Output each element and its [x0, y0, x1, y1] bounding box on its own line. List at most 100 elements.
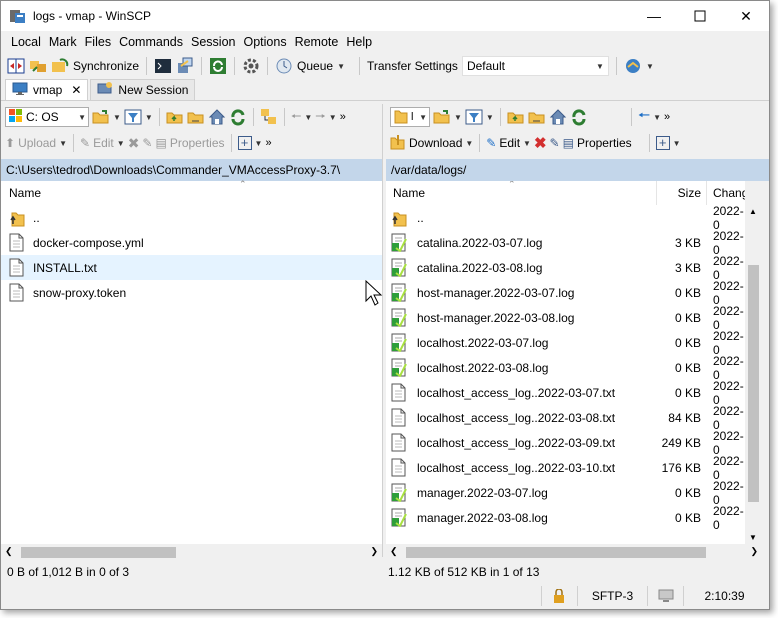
- refresh-sync-icon[interactable]: [209, 57, 227, 75]
- properties-button[interactable]: Properties: [577, 136, 632, 150]
- upload-icon[interactable]: ⬆: [5, 136, 15, 150]
- local-file-list[interactable]: Name ⌃ .. docker-compose.yml INSTALL.txt sn…: [1, 179, 382, 544]
- scroll-up-icon[interactable]: ▲: [749, 207, 757, 216]
- tab-vmap[interactable]: vmap ✕: [5, 79, 89, 100]
- remote-file-row[interactable]: localhost.2022-03-08.log 0 KB 2022-0: [386, 354, 745, 382]
- menu-session[interactable]: Session: [187, 35, 239, 49]
- more-toolbar-icon[interactable]: »: [340, 111, 346, 123]
- column-name-header[interactable]: Name: [393, 186, 425, 200]
- remote-file-row[interactable]: localhost.2022-03-07.log 0 KB 2022-0: [386, 329, 745, 357]
- scroll-down-icon[interactable]: ▼: [749, 533, 757, 542]
- rename-icon[interactable]: ✎: [142, 136, 152, 150]
- download-folder-icon[interactable]: [390, 133, 406, 154]
- upload-button[interactable]: Upload: [18, 136, 56, 150]
- chevron-down-icon[interactable]: ▼: [454, 113, 462, 122]
- drive-select[interactable]: C: OS ▼: [5, 107, 89, 127]
- remote-column-header[interactable]: Name ⌃ Size Chang: [386, 181, 745, 205]
- remote-vertical-scrollbar[interactable]: ▲ ▼: [745, 205, 762, 544]
- scroll-left-icon[interactable]: ❮: [390, 546, 398, 557]
- properties-icon[interactable]: ▤: [155, 136, 166, 150]
- remote-file-row[interactable]: localhost_access_log..2022-03-07.txt 0 KB…: [386, 379, 745, 407]
- compare-directories-icon[interactable]: [7, 57, 25, 75]
- remote-file-row[interactable]: localhost_access_log..2022-03-09.txt 249 …: [386, 429, 745, 457]
- column-changed-header[interactable]: Chang: [713, 186, 745, 200]
- properties-icon[interactable]: ▤: [563, 136, 574, 150]
- minimize-button[interactable]: —: [631, 1, 677, 31]
- chevron-down-icon[interactable]: ▼: [255, 139, 263, 148]
- refresh-icon[interactable]: [229, 108, 247, 126]
- chevron-down-icon[interactable]: ▼: [59, 139, 67, 148]
- edit-button[interactable]: Edit: [93, 136, 114, 150]
- rename-icon[interactable]: ✎: [550, 136, 560, 150]
- filter-icon[interactable]: [465, 108, 483, 126]
- column-name-header[interactable]: Name: [9, 186, 41, 200]
- home-icon[interactable]: [208, 108, 226, 126]
- remote-file-row[interactable]: host-manager.2022-03-08.log 0 KB 2022-0: [386, 304, 745, 332]
- synchronize-icon[interactable]: [51, 57, 69, 75]
- root-directory-icon[interactable]: [187, 108, 205, 126]
- close-button[interactable]: ✕: [723, 1, 769, 31]
- chevron-down-icon[interactable]: ▼: [523, 139, 531, 148]
- edit-icon[interactable]: ✎: [486, 136, 496, 150]
- menu-files[interactable]: Files: [81, 35, 115, 49]
- forward-arrow-icon[interactable]: 🠖: [315, 107, 326, 128]
- menu-remote[interactable]: Remote: [291, 35, 343, 49]
- open-folder-icon[interactable]: [92, 108, 110, 126]
- back-arrow-icon[interactable]: 🠔: [638, 105, 650, 129]
- parent-directory-icon[interactable]: [507, 108, 525, 126]
- scroll-thumb[interactable]: [406, 547, 706, 558]
- local-file-row[interactable]: INSTALL.txt: [1, 255, 382, 280]
- chevron-down-icon[interactable]: ▼: [653, 113, 661, 122]
- transfer-settings-select[interactable]: Default ▼: [461, 56, 609, 76]
- delete-icon[interactable]: ✖: [534, 134, 547, 152]
- menu-options[interactable]: Options: [239, 35, 290, 49]
- queue-button[interactable]: Queue: [297, 59, 333, 73]
- home-icon[interactable]: [549, 108, 567, 126]
- new-icon[interactable]: +: [655, 136, 670, 150]
- local-path-bar[interactable]: C:\Users\tedrod\Downloads\Commander_VMAc…: [1, 159, 382, 181]
- open-folder-icon[interactable]: [433, 108, 451, 126]
- remote-file-row[interactable]: localhost_access_log..2022-03-10.txt 176 …: [386, 454, 745, 482]
- remote-dir-select[interactable]: l ▼: [390, 107, 430, 127]
- edit-button[interactable]: Edit: [499, 136, 520, 150]
- remote-file-row[interactable]: localhost_access_log..2022-03-08.txt 84 K…: [386, 404, 745, 432]
- remote-file-row[interactable]: host-manager.2022-03-07.log 0 KB 2022-0: [386, 279, 745, 307]
- local-horizontal-scrollbar[interactable]: ❮ ❯: [1, 544, 382, 561]
- chevron-down-icon[interactable]: ▼: [646, 62, 654, 71]
- chevron-down-icon[interactable]: ▼: [329, 113, 337, 122]
- chevron-down-icon[interactable]: ▼: [486, 113, 494, 122]
- scroll-left-icon[interactable]: ❮: [5, 546, 13, 557]
- chevron-down-icon[interactable]: ▼: [304, 113, 312, 122]
- menu-local[interactable]: Local: [7, 35, 45, 49]
- local-column-header[interactable]: Name ⌃: [1, 179, 382, 205]
- console-icon[interactable]: [154, 57, 172, 75]
- remote-file-row[interactable]: catalina.2022-03-07.log 3 KB 2022-0: [386, 229, 745, 257]
- column-size-header[interactable]: Size: [678, 186, 701, 200]
- chevron-down-icon[interactable]: ▼: [145, 113, 153, 122]
- local-file-row[interactable]: snow-proxy.token: [1, 280, 382, 305]
- menu-mark[interactable]: Mark: [45, 35, 81, 49]
- download-button[interactable]: Download: [409, 136, 462, 150]
- delete-icon[interactable]: ✖: [128, 135, 140, 152]
- root-directory-icon[interactable]: [528, 108, 546, 126]
- synchronize-button[interactable]: Synchronize: [73, 59, 139, 73]
- chevron-down-icon[interactable]: ▼: [113, 113, 121, 122]
- refresh-icon[interactable]: [570, 108, 588, 126]
- parent-directory-icon[interactable]: [166, 108, 184, 126]
- properties-button[interactable]: Properties: [170, 136, 225, 150]
- scroll-right-icon[interactable]: ❯: [750, 546, 758, 557]
- chevron-down-icon[interactable]: ▼: [673, 139, 681, 148]
- chevron-down-icon[interactable]: ▼: [117, 139, 125, 148]
- queue-icon[interactable]: [275, 57, 293, 75]
- back-arrow-icon[interactable]: 🠔: [291, 107, 302, 128]
- maximize-button[interactable]: [677, 1, 723, 31]
- close-tab-icon[interactable]: ✕: [71, 83, 81, 97]
- local-file-row[interactable]: docker-compose.yml: [1, 230, 382, 255]
- filter-icon[interactable]: [124, 108, 142, 126]
- remote-file-row[interactable]: manager.2022-03-07.log 0 KB 2022-0: [386, 479, 745, 507]
- more-toolbar-icon[interactable]: »: [265, 137, 271, 149]
- scroll-thumb[interactable]: [748, 265, 759, 502]
- preferences-gear-icon[interactable]: [242, 57, 260, 75]
- edit-icon[interactable]: ✎: [80, 136, 90, 150]
- transfer-preset-icon[interactable]: [624, 57, 642, 75]
